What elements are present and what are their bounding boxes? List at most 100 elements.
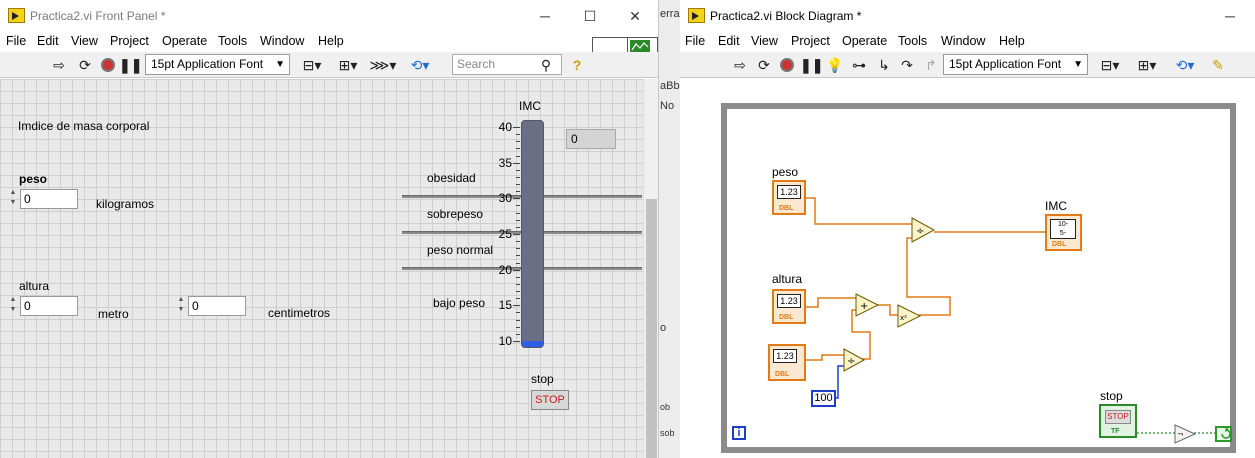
menu-window[interactable]: Window bbox=[941, 34, 985, 48]
increment-decrement-icon[interactable]: ▲ ▼ bbox=[8, 188, 18, 210]
dbl-tag: DBL bbox=[1052, 241, 1067, 248]
resize-objects-icon[interactable]: ⋙▾ bbox=[368, 55, 398, 75]
category-obesidad: obesidad bbox=[427, 171, 476, 185]
scale-minor-tick bbox=[516, 141, 520, 143]
font-select[interactable]: 15pt Application Font ▼ bbox=[943, 54, 1088, 75]
pause-icon[interactable]: ❚❚ bbox=[800, 55, 823, 75]
menu-view[interactable]: View bbox=[751, 34, 778, 48]
menu-bar: File Edit View Project Operate Tools Win… bbox=[0, 32, 658, 52]
menu-project[interactable]: Project bbox=[110, 34, 149, 48]
scale-tick-label: 25 bbox=[498, 227, 512, 241]
scrollbar-thumb[interactable] bbox=[646, 199, 657, 458]
chevron-down-icon: ▼ bbox=[275, 59, 285, 70]
labview-vi-icon bbox=[688, 8, 705, 23]
scale-minor-tick bbox=[516, 326, 520, 328]
close-button[interactable]: ✕ bbox=[620, 5, 650, 27]
imc-numeric-indicator: 0 bbox=[566, 129, 616, 149]
increment-decrement-icon[interactable]: ▲ ▼ bbox=[176, 295, 186, 317]
menu-tools[interactable]: Tools bbox=[218, 34, 247, 48]
align-objects-icon[interactable]: ⊟▾ bbox=[297, 55, 327, 75]
panel-heading: Imdice de masa corporal bbox=[18, 119, 150, 133]
increment-decrement-icon[interactable]: ▲ ▼ bbox=[8, 295, 18, 317]
run-arrow-icon[interactable]: ⇨ bbox=[50, 55, 68, 75]
scale-tick-label: 30 bbox=[498, 191, 512, 206]
distribute-objects-icon[interactable]: ⊞▾ bbox=[333, 55, 363, 75]
reorder-icon[interactable]: ⟲▾ bbox=[1170, 55, 1200, 75]
reorder-icon[interactable]: ⟲▾ bbox=[405, 55, 435, 75]
retain-wire-values-icon[interactable]: ⊶ bbox=[850, 55, 868, 75]
block-diagram-canvas bbox=[680, 79, 1255, 458]
peso-input[interactable]: 0 bbox=[20, 189, 78, 209]
category-peso-normal: peso normal bbox=[427, 243, 494, 257]
scale-minor-tick bbox=[516, 283, 520, 285]
block-diagram-window: Practica2.vi Block Diagram * ─ File Edit… bbox=[680, 0, 1255, 458]
step-over-icon[interactable]: ↷ bbox=[898, 55, 916, 75]
minimize-button[interactable]: ─ bbox=[1215, 5, 1245, 27]
category-sobrepeso: sobrepeso bbox=[427, 207, 484, 221]
align-objects-icon[interactable]: ⊟▾ bbox=[1095, 55, 1125, 75]
menu-operate[interactable]: Operate bbox=[162, 34, 207, 48]
menu-file[interactable]: File bbox=[6, 34, 26, 48]
background-fragment: ob bbox=[660, 402, 671, 412]
menu-edit[interactable]: Edit bbox=[718, 34, 740, 48]
highlight-execution-icon[interactable]: 💡 bbox=[826, 55, 843, 75]
centimetros-terminal[interactable]: 1.23 DBL bbox=[768, 344, 806, 381]
altura-terminal[interactable]: 1.23 DBL bbox=[772, 289, 806, 324]
scale-minor-tick bbox=[516, 298, 520, 300]
scale-minor-tick bbox=[516, 205, 520, 207]
menu-edit[interactable]: Edit bbox=[37, 34, 59, 48]
vertical-scrollbar[interactable] bbox=[643, 79, 658, 458]
scale-tick-mark bbox=[513, 234, 520, 235]
loop-condition-icon[interactable] bbox=[1215, 426, 1232, 442]
pause-icon[interactable]: ❚❚ bbox=[119, 55, 142, 75]
menu-window[interactable]: Window bbox=[260, 34, 304, 48]
labview-vi-icon bbox=[8, 8, 25, 23]
step-out-icon[interactable]: ↱ bbox=[922, 55, 940, 75]
font-select[interactable]: 15pt Application Font ▼ bbox=[145, 54, 290, 75]
scale-minor-tick bbox=[516, 148, 520, 150]
menu-tools[interactable]: Tools bbox=[898, 34, 927, 48]
scale-minor-tick bbox=[516, 134, 520, 136]
peso-terminal[interactable]: 1.23 DBL bbox=[772, 180, 806, 215]
altura-input[interactable]: 0 bbox=[20, 296, 78, 316]
step-into-icon[interactable]: ↳ bbox=[875, 55, 893, 75]
front-panel-window: Practica2.vi Front Panel * ─ ☐ ✕ File Ed… bbox=[0, 0, 658, 458]
constant-100[interactable]: 100 bbox=[811, 390, 836, 407]
numeric-terminal-icon: 1.23 bbox=[777, 294, 801, 308]
search-icon[interactable]: ⚲ bbox=[537, 55, 555, 75]
altura-unit: metro bbox=[98, 307, 129, 321]
menu-project[interactable]: Project bbox=[791, 34, 830, 48]
iteration-terminal: i bbox=[732, 426, 746, 440]
scale-minor-tick bbox=[516, 212, 520, 214]
stop-terminal[interactable]: STOP TF bbox=[1099, 404, 1137, 438]
scale-minor-tick bbox=[516, 291, 520, 293]
scale-tick-mark bbox=[513, 341, 520, 342]
background-fragment: erra bbox=[660, 8, 680, 20]
distribute-objects-icon[interactable]: ⊞▾ bbox=[1132, 55, 1162, 75]
scale-tick-label: 40 bbox=[498, 120, 512, 134]
imc-indicator-terminal[interactable]: 10- 5- DBL bbox=[1045, 214, 1082, 251]
scale-minor-tick bbox=[516, 319, 520, 321]
centimetros-input[interactable]: 0 bbox=[188, 296, 246, 316]
run-arrow-icon[interactable]: ⇨ bbox=[731, 55, 749, 75]
background-fragment: o bbox=[660, 322, 667, 334]
run-continuously-icon[interactable]: ⟳ bbox=[76, 55, 94, 75]
context-help-icon[interactable]: ? bbox=[569, 55, 585, 75]
maximize-button[interactable]: ☐ bbox=[575, 5, 605, 27]
minimize-button[interactable]: ─ bbox=[530, 5, 560, 27]
clean-up-diagram-icon[interactable]: ✎ bbox=[1207, 55, 1229, 75]
run-continuously-icon[interactable]: ⟳ bbox=[755, 55, 773, 75]
abort-icon[interactable] bbox=[101, 58, 115, 72]
menu-help[interactable]: Help bbox=[999, 34, 1025, 48]
menu-file[interactable]: File bbox=[685, 34, 705, 48]
abort-icon[interactable] bbox=[780, 58, 794, 72]
chevron-down-icon: ▼ bbox=[1073, 59, 1083, 70]
stop-button[interactable]: STOP bbox=[531, 390, 569, 410]
menu-help[interactable]: Help bbox=[318, 34, 344, 48]
menu-view[interactable]: View bbox=[71, 34, 98, 48]
altura-terminal-label: altura bbox=[772, 272, 803, 286]
scale-tick-mark bbox=[513, 162, 520, 164]
title-bar: Practica2.vi Block Diagram * ─ bbox=[680, 0, 1255, 32]
scale-minor-tick bbox=[516, 176, 520, 178]
menu-operate[interactable]: Operate bbox=[842, 34, 887, 48]
